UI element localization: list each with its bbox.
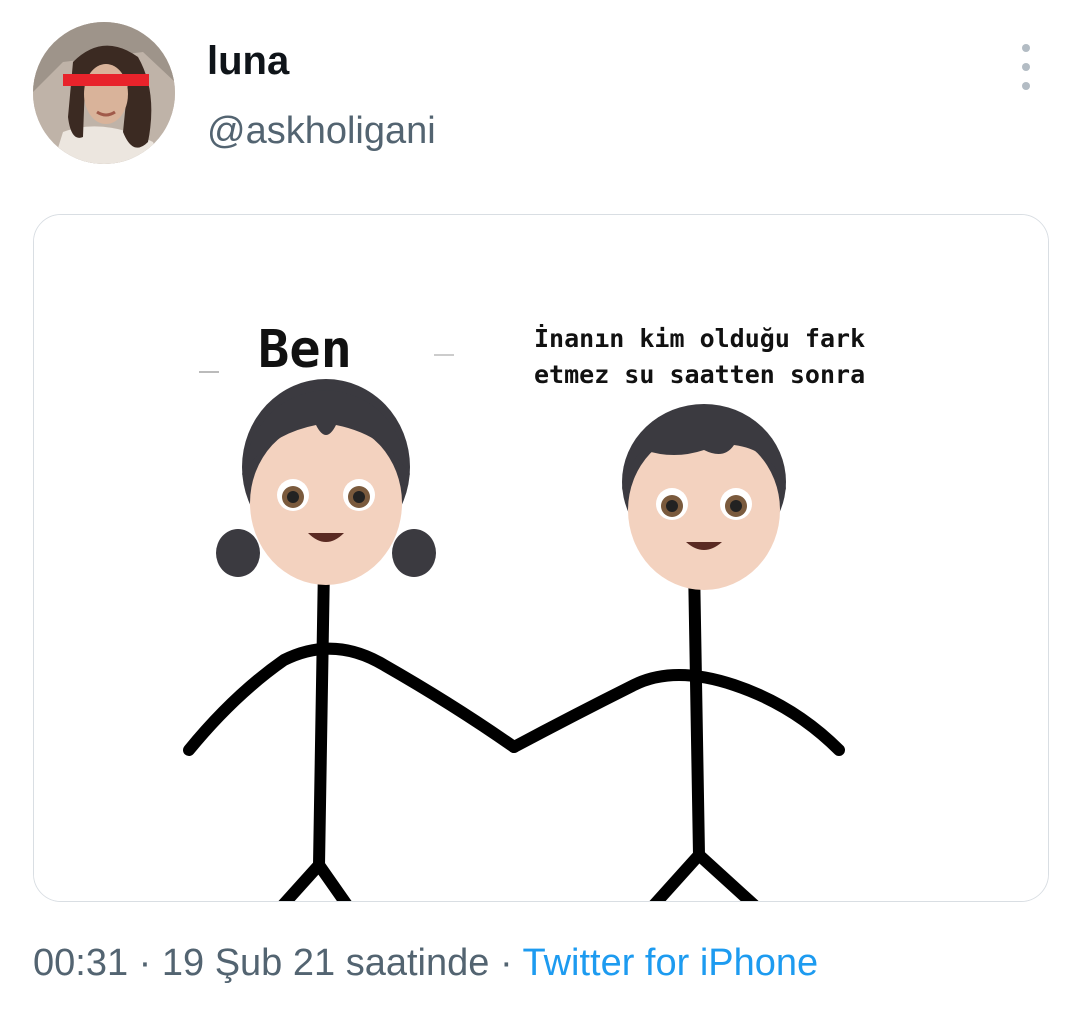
meme-image: Ben İnanın kim olduğu fark etmez su saat… — [34, 215, 1048, 901]
user-handle[interactable]: @askholigani — [207, 108, 436, 154]
tweet-source-link[interactable]: Twitter for iPhone — [522, 942, 818, 984]
more-vertical-icon-dot — [1022, 63, 1030, 71]
meta-separator-2: · — [499, 942, 513, 984]
meme-caption-line1: İnanın kim olduğu fark — [534, 323, 865, 353]
tweet-date[interactable]: 19 Şub 21 saatinde — [162, 942, 490, 984]
meme-label-ben: Ben — [258, 320, 352, 380]
more-vertical-icon-dot — [1022, 82, 1030, 90]
avatar[interactable] — [33, 22, 175, 164]
more-options-button[interactable] — [1008, 44, 1044, 90]
meme-caption-line2: etmez su saatten sonra — [534, 360, 865, 389]
meta-separator: · — [138, 942, 152, 984]
more-vertical-icon — [1022, 44, 1030, 52]
tweet-time[interactable]: 00:31 — [33, 942, 128, 984]
censor-bar — [63, 74, 149, 86]
tweet-meta: 00:31 · 19 Şub 21 saatinde · Twitter for… — [33, 938, 818, 988]
tweet-media[interactable]: Ben İnanın kim olduğu fark etmez su saat… — [33, 214, 1049, 902]
boy-emoji — [622, 404, 786, 590]
display-name[interactable]: luna — [207, 36, 289, 86]
avatar-image — [33, 22, 175, 164]
